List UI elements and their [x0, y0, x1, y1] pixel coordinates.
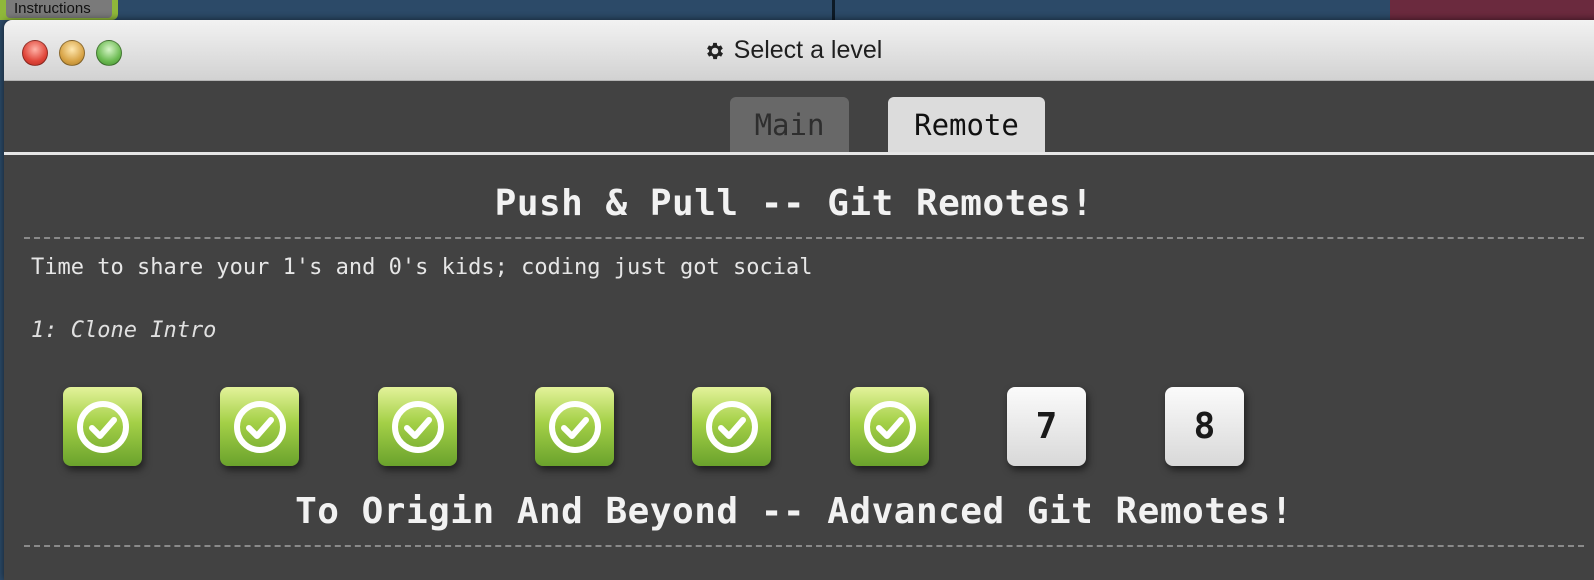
tab-main[interactable]: Main — [730, 97, 849, 152]
background-panel — [1390, 0, 1594, 22]
section-divider — [24, 237, 1584, 239]
check-circle-icon — [391, 400, 444, 453]
check-circle-icon — [233, 400, 286, 453]
level-button-2[interactable] — [220, 387, 299, 466]
level-button-5[interactable] — [692, 387, 771, 466]
level-button-4[interactable] — [535, 387, 614, 466]
section-divider — [24, 545, 1584, 547]
level-button-1[interactable] — [63, 387, 142, 466]
check-circle-icon — [863, 400, 916, 453]
current-level-name: 1: Clone Intro — [31, 318, 217, 343]
instructions-label: Instructions — [6, 0, 112, 18]
section-title: To Origin And Beyond -- Advanced Git Rem… — [295, 491, 1293, 532]
tab-remote[interactable]: Remote — [888, 97, 1045, 152]
level-button-3[interactable] — [378, 387, 457, 466]
check-circle-icon — [548, 400, 601, 453]
level-button-7[interactable]: 7 — [1007, 387, 1086, 466]
section-title: Push & Pull -- Git Remotes! — [494, 183, 1094, 224]
window-title: Select a level — [4, 20, 1582, 81]
background-divider — [832, 0, 835, 22]
check-circle-icon — [705, 400, 758, 453]
title-bar: Select a level — [4, 20, 1594, 81]
gear-icon — [706, 42, 723, 59]
level-button-6[interactable] — [850, 387, 929, 466]
section-description: Time to share your 1's and 0's kids; cod… — [31, 255, 813, 280]
level-select-window: Select a level Main Remote Push & Pull -… — [4, 20, 1594, 580]
tab-bar: Main Remote — [4, 81, 1594, 155]
level-button-8[interactable]: 8 — [1165, 387, 1244, 466]
background-app-strip: Instructions — [0, 0, 1594, 22]
check-circle-icon — [76, 400, 129, 453]
instructions-button[interactable]: Instructions — [0, 0, 118, 20]
window-title-text: Select a level — [733, 36, 883, 64]
